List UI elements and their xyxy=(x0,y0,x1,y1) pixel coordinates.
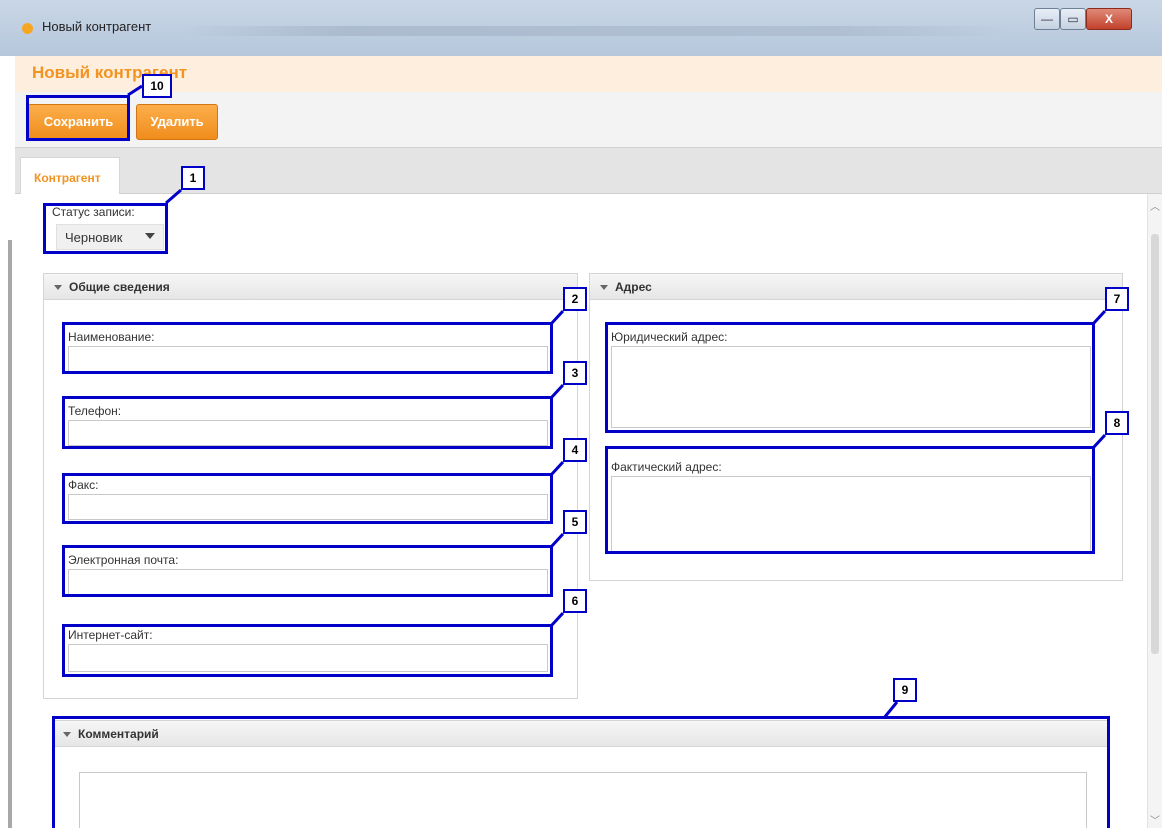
annotation-badge-9: 9 xyxy=(893,678,917,702)
annotation-badge-2: 2 xyxy=(563,287,587,311)
annotation-box-3 xyxy=(62,396,553,449)
annotation-badge-5: 5 xyxy=(563,510,587,534)
annotation-badge-3: 3 xyxy=(563,361,587,385)
annotation-badge-7: 7 xyxy=(1105,287,1129,311)
annotation-badge-8: 8 xyxy=(1105,411,1129,435)
annotation-box-2 xyxy=(62,322,553,374)
annotation-box-4 xyxy=(62,473,553,524)
annotation-badge-1: 1 xyxy=(181,166,205,190)
annotation-box-7 xyxy=(605,322,1095,433)
annotation-box-1 xyxy=(43,203,168,254)
annotation-badge-10: 10 xyxy=(142,74,172,98)
annotation-box-8 xyxy=(605,446,1095,554)
annotation-box-6 xyxy=(62,624,553,677)
annotation-badge-6: 6 xyxy=(563,589,587,613)
annotation-badge-4: 4 xyxy=(563,438,587,462)
annotation-box-5 xyxy=(62,545,553,597)
annotation-box-9 xyxy=(52,716,1110,828)
annotation-box-10 xyxy=(26,95,130,141)
